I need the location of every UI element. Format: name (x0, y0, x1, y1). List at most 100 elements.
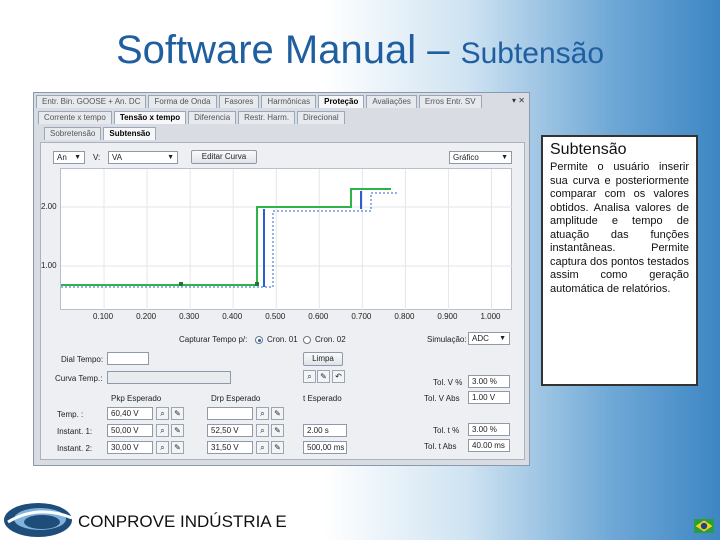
edit-icon[interactable]: ✎ (271, 424, 284, 437)
subtensao-panel: An ▼ V: VA ▼ Editar Curva Gráfico ▼ 2.00 1.0… (40, 142, 525, 460)
edit-icon[interactable]: ✎ (171, 441, 184, 454)
col-pickup-header: Pkp Esperado (111, 394, 162, 403)
graph-svg (61, 169, 513, 311)
tab-main-3[interactable]: Harmônicas (261, 95, 317, 108)
edit-curve-button[interactable]: Editar Curva (191, 150, 257, 164)
edit-icon[interactable]: ✎ (271, 441, 284, 454)
tab-voltage-1[interactable]: Subtensão (103, 127, 157, 140)
simulation-select[interactable]: ADC ▼ (468, 332, 510, 345)
tab-main-4[interactable]: Proteção (318, 95, 365, 108)
curva-tempo-label: Curva Temp.: (55, 374, 103, 383)
tol-t-pct-input[interactable]: 3.00 % (468, 423, 510, 436)
view-select-value: Gráfico (453, 153, 479, 162)
row-time-input[interactable]: 500,00 ms (303, 441, 347, 454)
tol-v-abs-input[interactable]: 1.00 V (468, 391, 510, 404)
x-tick-label: 0.900 (437, 312, 458, 321)
search-icon[interactable]: ⌕ (256, 407, 269, 420)
window-controls[interactable]: ▾ ✕ (512, 96, 525, 105)
edit-icon[interactable]: ✎ (171, 407, 184, 420)
chevron-down-icon: ▼ (167, 154, 174, 161)
v-select[interactable]: VA ▼ (108, 151, 178, 164)
edit-icon[interactable]: ✎ (171, 424, 184, 437)
row-dropout-input[interactable]: 31,50 V (207, 441, 253, 454)
tab-protection-1[interactable]: Tensão x tempo (113, 111, 187, 124)
search-icon[interactable]: ⌕ (156, 407, 169, 420)
tabs-main: Entr. Bin. GOOSE + An. DC Forma de Onda Fa… (36, 95, 484, 109)
simulation-label: Simulação: (427, 335, 467, 344)
description-box: Subtensão Permite o usuário inserir sua … (541, 135, 698, 386)
col-dropout-header: Drp Esperado (211, 394, 261, 403)
search-icon[interactable]: ⌕ (156, 441, 169, 454)
search-icon[interactable]: ⌕ (303, 370, 316, 383)
test-point (255, 282, 259, 286)
cron-02-radio[interactable] (303, 336, 311, 344)
tabs-voltage: Sobretensão Subtensão (44, 127, 158, 141)
row-dropout-input[interactable]: 52,50 V (207, 424, 253, 437)
brazil-flag-icon[interactable] (694, 519, 714, 533)
row-label: Temp. : (57, 410, 84, 419)
tol-v-pct-label: Tol. V % (433, 378, 463, 387)
edit-icon[interactable]: ✎ (317, 370, 330, 383)
voltage-time-graph[interactable] (60, 168, 513, 311)
conprove-logo (4, 503, 73, 537)
tab-protection-0[interactable]: Corrente x tempo (38, 111, 112, 124)
row-dropout-input[interactable] (207, 407, 253, 420)
search-icon[interactable]: ⌕ (256, 441, 269, 454)
tol-t-abs-input[interactable]: 40.00 ms (468, 439, 510, 452)
row-label: Instant. 2: (57, 444, 93, 453)
search-icon[interactable]: ⌕ (256, 424, 269, 437)
tab-main-6[interactable]: Erros Entr. SV (418, 95, 482, 108)
cron-02-label: Cron. 02 (315, 335, 346, 344)
tab-protection-4[interactable]: Direcional (297, 111, 345, 124)
cron-01-radio[interactable] (255, 336, 263, 344)
x-tick-label: 0.500 (265, 312, 286, 321)
clear-button[interactable]: Limpa (303, 352, 343, 366)
tab-main-5[interactable]: Avaliações (366, 95, 417, 108)
chevron-down-icon: ▼ (499, 335, 506, 342)
undo-icon[interactable]: ↶ (332, 370, 345, 383)
chevron-down-icon: ▼ (74, 154, 81, 161)
chevron-down-icon: ▼ (501, 154, 508, 161)
tab-main-0[interactable]: Entr. Bin. GOOSE + An. DC (36, 95, 147, 108)
tab-main-1[interactable]: Forma de Onda (148, 95, 217, 108)
slide-title: Software Manual – Subtensão (0, 28, 720, 73)
dial-tempo-label: Dial Tempo: (61, 355, 104, 364)
cron-01-label: Cron. 01 (267, 335, 298, 344)
slide-title-main: Software Manual – (115, 28, 461, 72)
tab-voltage-0[interactable]: Sobretensão (44, 127, 102, 140)
row-pickup-input[interactable]: 60,40 V (107, 407, 153, 420)
x-tick-label: 0.600 (308, 312, 329, 321)
tol-v-abs-label: Tol. V Abs (424, 394, 460, 403)
company-name: CONPROVE INDÚSTRIA E (78, 512, 287, 531)
tab-protection-3[interactable]: Restr. Harm. (238, 111, 296, 124)
dial-tempo-input[interactable] (107, 352, 149, 365)
simulation-select-value: ADC (472, 334, 489, 343)
edit-icon[interactable]: ✎ (271, 407, 284, 420)
row-label: Instant. 1: (57, 427, 93, 436)
tol-t-abs-label: Tol. t Abs (424, 442, 457, 451)
y-tick-label: 2.00 (41, 202, 57, 211)
x-tick-label: 0.700 (351, 312, 372, 321)
phase-select-value: An (57, 153, 67, 162)
row-pickup-input[interactable]: 50,00 V (107, 424, 153, 437)
col-time-header: t Esperado (303, 394, 342, 403)
slide-title-sub: Subtensão (460, 37, 605, 70)
x-tick-label: 0.300 (179, 312, 200, 321)
view-select[interactable]: Gráfico ▼ (449, 151, 512, 164)
tol-v-pct-input[interactable]: 3.00 % (468, 375, 510, 388)
x-tick-label: 0.200 (136, 312, 157, 321)
v-select-value: VA (112, 153, 123, 162)
tol-t-pct-label: Tol. t % (433, 426, 460, 435)
test-point (179, 282, 183, 286)
search-icon[interactable]: ⌕ (156, 424, 169, 437)
phase-select[interactable]: An ▼ (53, 151, 85, 164)
x-tick-label: 0.800 (394, 312, 415, 321)
row-pickup-input[interactable]: 30,00 V (107, 441, 153, 454)
tab-main-2[interactable]: Fasores (218, 95, 260, 108)
capture-label: Capturar Tempo p/: (179, 335, 248, 344)
curva-tempo-input[interactable] (107, 371, 231, 384)
row-time-input[interactable]: 2.00 s (303, 424, 347, 437)
v-label: V: (93, 153, 101, 162)
tab-protection-2[interactable]: Diferencia (188, 111, 237, 124)
tabs-protection: Corrente x tempo Tensão x tempo Diferencia… (38, 111, 347, 125)
